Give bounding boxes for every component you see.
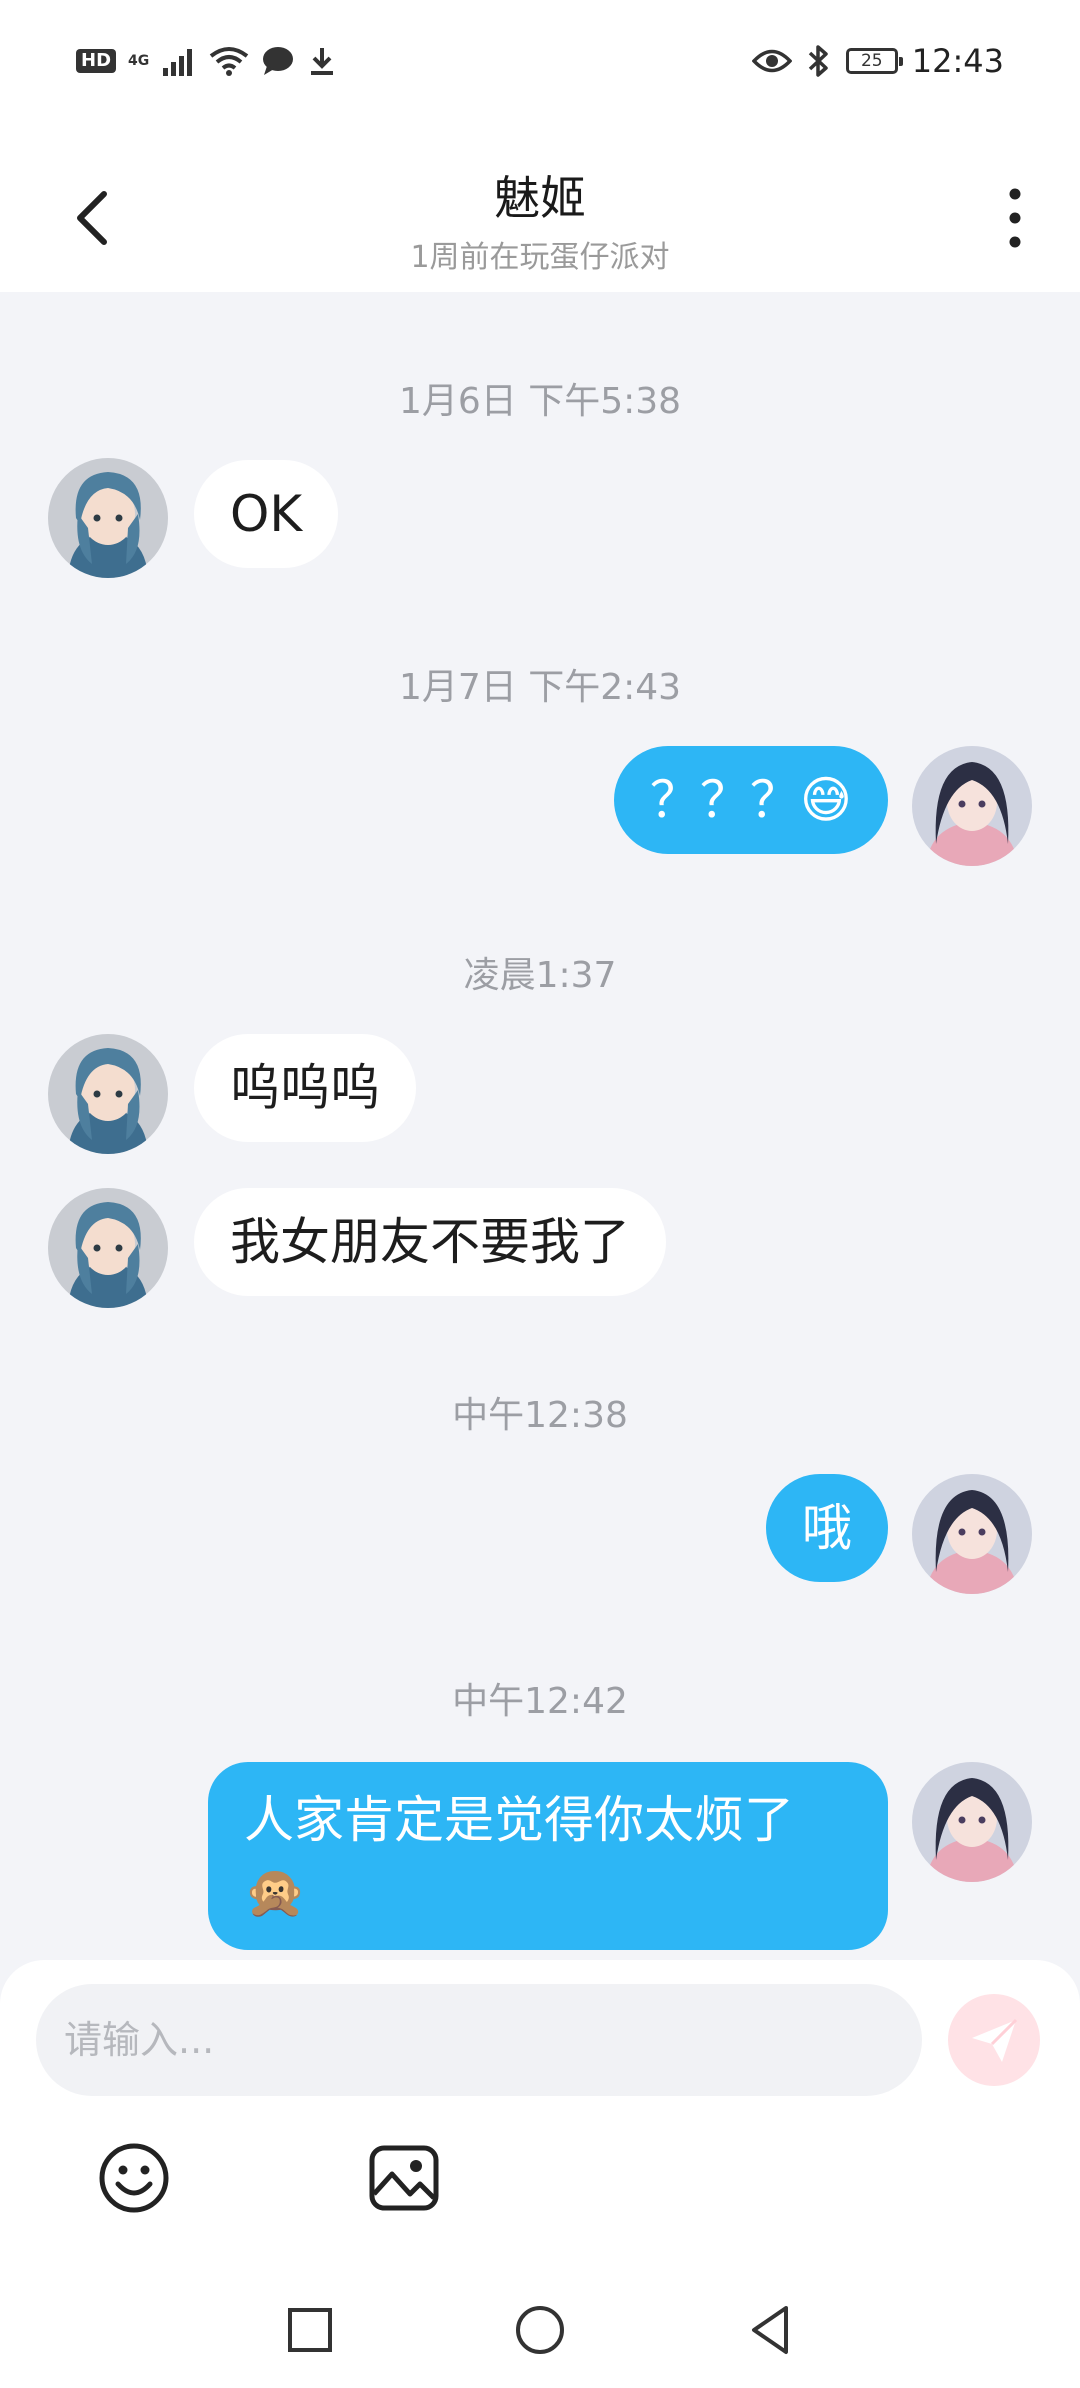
status-right-icons: 25 12:43 — [751, 42, 1004, 80]
chat-header: 魅姬 1周前在玩蛋仔派对 — [0, 130, 1080, 292]
message-bubble-outgoing[interactable]: 哦 — [766, 1474, 888, 1582]
circle-icon[interactable] — [510, 2300, 570, 2360]
my-avatar[interactable] — [912, 1474, 1032, 1594]
paper-plane-icon — [972, 2018, 1018, 2062]
eye-icon — [751, 49, 792, 73]
chat-notification-icon — [263, 47, 294, 75]
my-avatar[interactable] — [912, 1762, 1032, 1882]
my-avatar[interactable] — [912, 746, 1032, 866]
download-icon — [311, 48, 334, 75]
system-navigation-bar — [0, 2272, 1080, 2388]
status-left-icons: HD 4G — [76, 46, 337, 76]
message-input[interactable] — [36, 1984, 922, 2096]
message-bubble-incoming[interactable]: 我女朋友不要我了 — [194, 1188, 666, 1296]
message-composer — [0, 1960, 1080, 2272]
message-timestamp: 1月6日 下午5:38 — [398, 381, 682, 422]
send-button[interactable] — [948, 1994, 1040, 2086]
message-bubble-outgoing[interactable]: 人家肯定是觉得你太烦了🙊 — [208, 1762, 888, 1950]
wifi-icon — [210, 47, 249, 76]
contact-status: 1周前在玩蛋仔派对 — [410, 240, 670, 275]
square-icon[interactable] — [280, 2300, 340, 2360]
status-bar: HD 4G 25 12:43 — [0, 0, 1080, 130]
hd-badge: HD — [76, 49, 117, 73]
more-vertical-icon[interactable] — [990, 186, 1040, 250]
battery-indicator: 25 — [845, 48, 903, 74]
message-bubble-incoming[interactable]: 呜呜呜 — [194, 1034, 416, 1142]
signal-icon — [163, 49, 193, 76]
message-timestamp: 凌晨1:37 — [463, 955, 617, 996]
message-bubble-outgoing[interactable]: ？？？😅 — [613, 746, 888, 854]
triangle-back-icon[interactable] — [742, 2300, 802, 2360]
bluetooth-icon — [808, 45, 828, 77]
contact-avatar[interactable] — [48, 1188, 168, 1308]
smiley-icon[interactable] — [96, 2140, 172, 2216]
message-timestamp: 中午12:42 — [452, 1681, 628, 1722]
message-bubble-incoming[interactable]: OK — [194, 460, 339, 568]
page-title: 魅姬 — [494, 171, 586, 225]
message-timestamp: 1月7日 下午2:43 — [398, 667, 682, 708]
status-time: 12:43 — [911, 42, 1004, 80]
contact-avatar[interactable] — [48, 458, 168, 578]
image-icon[interactable] — [366, 2140, 442, 2216]
contact-avatar[interactable] — [48, 1034, 168, 1154]
network-type: 4G — [128, 53, 150, 69]
message-timestamp: 中午12:38 — [452, 1395, 628, 1436]
battery-level: 25 — [860, 51, 883, 71]
